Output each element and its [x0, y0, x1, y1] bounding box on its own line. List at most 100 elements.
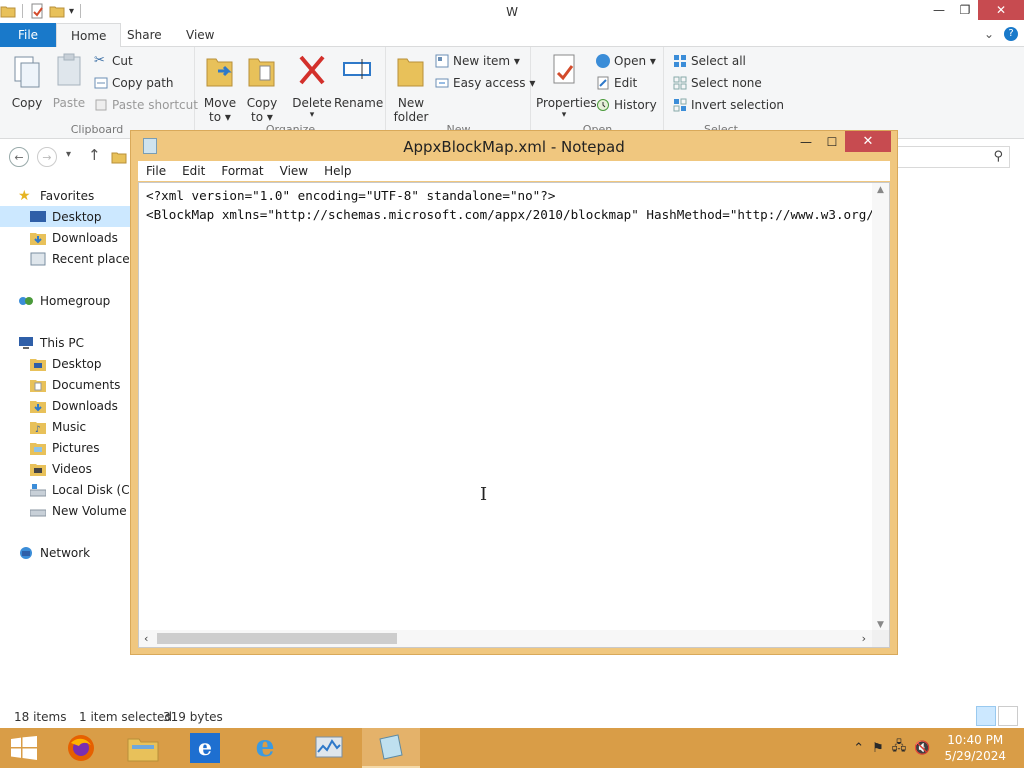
desktop-folder-icon [30, 358, 46, 371]
paste-shortcut-label: Paste shortcut [112, 98, 198, 112]
tab-home[interactable]: Home [56, 23, 122, 48]
edit-button[interactable]: Edit [596, 76, 637, 90]
nav-label: Local Disk (C:) [52, 482, 139, 497]
notepad-maximize-button[interactable]: ☐ [819, 131, 845, 152]
up-button[interactable]: ↑ [88, 146, 101, 164]
network-icon[interactable]: 🖧 [892, 737, 907, 759]
nav-pc-videos[interactable]: Videos [30, 458, 92, 479]
menu-edit[interactable]: Edit [174, 164, 213, 178]
horizontal-scrollbar[interactable]: ‹ › [139, 630, 872, 647]
back-button[interactable]: ← [9, 147, 29, 167]
resize-grip[interactable] [872, 630, 889, 647]
nav-favorites-desktop[interactable]: Desktop [0, 206, 132, 227]
recent-locations-dropdown-icon[interactable]: ▾ [66, 149, 71, 160]
show-hidden-icons-icon[interactable]: ⌃ [853, 741, 864, 756]
select-none-button[interactable]: Select none [673, 76, 762, 90]
taskbar-task-manager[interactable] [300, 728, 358, 768]
taskbar-file-explorer[interactable] [114, 728, 172, 768]
clock-date: 5/29/2024 [944, 749, 1006, 763]
search-icon: ⚲ [993, 149, 1003, 164]
invert-selection-button[interactable]: Invert selection [673, 98, 784, 112]
action-center-flag-icon[interactable]: ⚑ [872, 741, 884, 756]
search-input[interactable]: ⚲ [880, 146, 1010, 168]
horizontal-scroll-thumb[interactable] [157, 633, 397, 644]
menu-format[interactable]: Format [213, 164, 271, 178]
taskbar-firefox[interactable] [52, 728, 110, 768]
select-all-button[interactable]: Select all [673, 54, 746, 68]
nav-pc-new-volume-d[interactable]: New Volume (D [30, 500, 144, 521]
scroll-up-icon[interactable]: ▲ [872, 185, 889, 195]
properties-button[interactable]: Properties ▾ [536, 51, 597, 120]
text-line: <BlockMap xmlns="http://schemas.microsof… [146, 207, 872, 222]
nav-this-pc[interactable]: This PC [18, 332, 84, 353]
nav-favorites-downloads[interactable]: Downloads [30, 227, 118, 248]
notepad-menu-bar: File Edit Format View Help [138, 161, 890, 181]
menu-help[interactable]: Help [316, 164, 359, 178]
minimize-button[interactable]: — [926, 0, 952, 20]
copy-to-button[interactable]: Copy to ▾ [244, 51, 280, 124]
menu-view[interactable]: View [272, 164, 316, 178]
close-button[interactable]: ✕ [978, 0, 1024, 20]
clock[interactable]: 10:40 PM 5/29/2024 [944, 732, 1006, 764]
move-to-button[interactable]: Move to ▾ [202, 51, 238, 124]
tab-file[interactable]: File [0, 23, 56, 47]
svg-text:♪: ♪ [35, 425, 41, 434]
details-view-button[interactable] [976, 706, 996, 726]
notepad-content[interactable]: <?xml version="1.0" encoding="UTF-8" sta… [146, 186, 872, 626]
nav-pc-music[interactable]: ♪ Music [30, 416, 86, 437]
close-icon: ✕ [995, 3, 1007, 17]
nav-network[interactable]: Network [18, 542, 90, 563]
notepad-icon [379, 734, 403, 760]
tab-view[interactable]: View [172, 23, 228, 47]
nav-pc-desktop[interactable]: Desktop [30, 353, 102, 374]
taskbar-notepad[interactable] [362, 728, 420, 768]
notepad-title-bar[interactable]: AppxBlockMap.xml - Notepad — ☐ ✕ [131, 131, 897, 161]
history-button[interactable]: History [596, 98, 657, 112]
nav-pc-pictures[interactable]: Pictures [30, 437, 100, 458]
notepad-window-controls: — ☐ ✕ [793, 131, 891, 152]
large-icons-view-button[interactable] [998, 706, 1018, 726]
notepad-text-area[interactable]: <?xml version="1.0" encoding="UTF-8" sta… [138, 182, 890, 648]
nav-label: Desktop [52, 356, 102, 371]
help-icon[interactable]: ? [1004, 27, 1018, 41]
paste-shortcut-button[interactable]: Paste shortcut [94, 98, 198, 112]
copy-to-label-2: to ▾ [251, 110, 273, 124]
nav-pc-documents[interactable]: Documents [30, 374, 120, 395]
open-button[interactable]: Open ▾ [596, 54, 656, 68]
copy-path-button[interactable]: Copy path [94, 76, 174, 90]
copy-button[interactable]: Copy [6, 51, 48, 110]
forward-button[interactable]: → [37, 147, 57, 167]
taskbar-internet-explorer[interactable]: e [236, 728, 294, 768]
new-item-button[interactable]: New item ▾ [435, 54, 520, 68]
scroll-left-icon[interactable]: ‹ [144, 632, 148, 645]
cut-button[interactable]: ✂ Cut [94, 54, 133, 69]
paste-button[interactable]: Paste [50, 51, 88, 110]
vertical-scrollbar[interactable]: ▲ ▼ [872, 183, 889, 632]
explorer-title: W [506, 5, 518, 19]
chevron-down-icon[interactable]: ⌄ [984, 27, 994, 41]
new-folder-button[interactable]: New folder [393, 51, 429, 124]
scroll-right-icon[interactable]: › [862, 632, 866, 645]
nav-pc-local-disk-c[interactable]: Local Disk (C:) [30, 479, 138, 500]
restore-button[interactable]: ❐ [952, 0, 978, 20]
nav-homegroup[interactable]: Homegroup [18, 290, 110, 311]
rename-button[interactable]: Rename [334, 51, 383, 110]
nav-label: Desktop [52, 209, 102, 224]
taskbar-internet-explorer-tile[interactable]: e [176, 728, 234, 768]
easy-access-button[interactable]: Easy access ▾ [435, 76, 535, 90]
nav-pc-downloads[interactable]: Downloads [30, 395, 118, 416]
drive-icon [30, 509, 46, 516]
tab-share[interactable]: Share [113, 23, 176, 47]
menu-file[interactable]: File [138, 164, 174, 178]
notepad-minimize-button[interactable]: — [793, 131, 819, 152]
nav-favorites[interactable]: ★ Favorites [18, 185, 94, 206]
notepad-close-button[interactable]: ✕ [845, 131, 891, 152]
scroll-down-icon[interactable]: ▼ [872, 620, 889, 630]
nav-favorites-recent-places[interactable]: Recent places [30, 248, 136, 269]
move-to-label: Move [203, 96, 237, 110]
start-button[interactable] [0, 728, 48, 768]
delete-button[interactable]: Delete ▾ [292, 51, 332, 120]
volume-muted-icon[interactable]: 🔇 [914, 741, 930, 756]
copy-label: Copy [11, 96, 43, 110]
new-folder-label: New [397, 96, 425, 110]
